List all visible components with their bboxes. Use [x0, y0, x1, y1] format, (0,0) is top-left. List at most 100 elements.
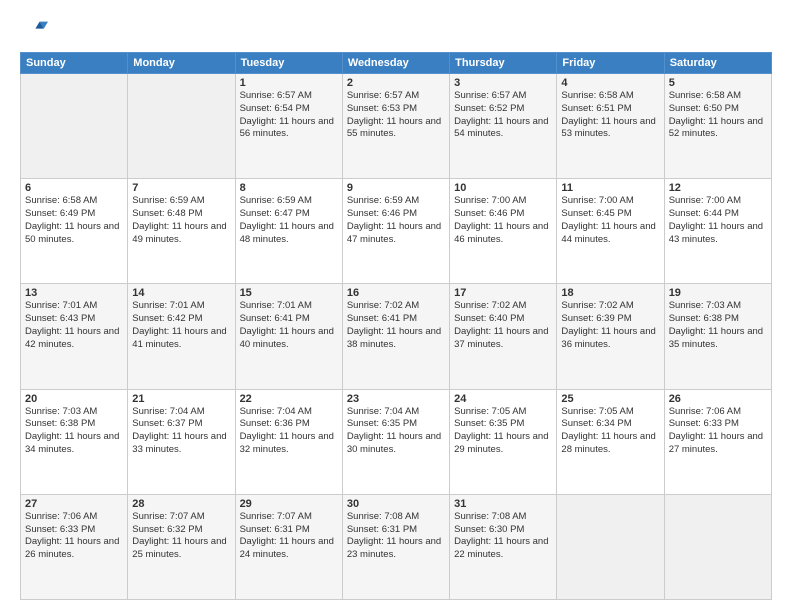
day-number: 9	[347, 182, 445, 194]
day-number: 22	[240, 393, 338, 405]
calendar-cell: 8Sunrise: 6:59 AMSunset: 6:47 PMDaylight…	[235, 179, 342, 284]
calendar-cell: 6Sunrise: 6:58 AMSunset: 6:49 PMDaylight…	[21, 179, 128, 284]
day-number: 17	[454, 287, 552, 299]
day-number: 21	[132, 393, 230, 405]
day-number: 8	[240, 182, 338, 194]
weekday-header-tuesday: Tuesday	[235, 53, 342, 74]
calendar-week-row: 20Sunrise: 7:03 AMSunset: 6:38 PMDayligh…	[21, 389, 772, 494]
calendar-cell: 21Sunrise: 7:04 AMSunset: 6:37 PMDayligh…	[128, 389, 235, 494]
day-detail: Sunrise: 6:59 AMSunset: 6:48 PMDaylight:…	[132, 195, 230, 246]
calendar-cell: 27Sunrise: 7:06 AMSunset: 6:33 PMDayligh…	[21, 494, 128, 599]
calendar-cell	[557, 494, 664, 599]
day-detail: Sunrise: 7:06 AMSunset: 6:33 PMDaylight:…	[25, 511, 123, 562]
calendar-cell: 18Sunrise: 7:02 AMSunset: 6:39 PMDayligh…	[557, 284, 664, 389]
calendar-cell: 20Sunrise: 7:03 AMSunset: 6:38 PMDayligh…	[21, 389, 128, 494]
calendar-cell: 13Sunrise: 7:01 AMSunset: 6:43 PMDayligh…	[21, 284, 128, 389]
calendar-cell: 10Sunrise: 7:00 AMSunset: 6:46 PMDayligh…	[450, 179, 557, 284]
day-number: 5	[669, 77, 767, 89]
day-number: 12	[669, 182, 767, 194]
day-detail: Sunrise: 7:04 AMSunset: 6:35 PMDaylight:…	[347, 406, 445, 457]
calendar-cell: 14Sunrise: 7:01 AMSunset: 6:42 PMDayligh…	[128, 284, 235, 389]
day-number: 7	[132, 182, 230, 194]
day-detail: Sunrise: 6:59 AMSunset: 6:46 PMDaylight:…	[347, 195, 445, 246]
day-detail: Sunrise: 7:00 AMSunset: 6:45 PMDaylight:…	[561, 195, 659, 246]
day-detail: Sunrise: 7:01 AMSunset: 6:43 PMDaylight:…	[25, 300, 123, 351]
header	[20, 16, 772, 44]
calendar-cell	[664, 494, 771, 599]
calendar-cell: 3Sunrise: 6:57 AMSunset: 6:52 PMDaylight…	[450, 74, 557, 179]
day-detail: Sunrise: 6:57 AMSunset: 6:52 PMDaylight:…	[454, 90, 552, 141]
day-detail: Sunrise: 7:00 AMSunset: 6:44 PMDaylight:…	[669, 195, 767, 246]
weekday-header-friday: Friday	[557, 53, 664, 74]
day-detail: Sunrise: 7:06 AMSunset: 6:33 PMDaylight:…	[669, 406, 767, 457]
calendar-table: SundayMondayTuesdayWednesdayThursdayFrid…	[20, 52, 772, 600]
day-detail: Sunrise: 7:02 AMSunset: 6:41 PMDaylight:…	[347, 300, 445, 351]
weekday-header-sunday: Sunday	[21, 53, 128, 74]
calendar-cell: 26Sunrise: 7:06 AMSunset: 6:33 PMDayligh…	[664, 389, 771, 494]
weekday-header-row: SundayMondayTuesdayWednesdayThursdayFrid…	[21, 53, 772, 74]
day-number: 23	[347, 393, 445, 405]
weekday-header-thursday: Thursday	[450, 53, 557, 74]
calendar-week-row: 6Sunrise: 6:58 AMSunset: 6:49 PMDaylight…	[21, 179, 772, 284]
calendar-cell: 22Sunrise: 7:04 AMSunset: 6:36 PMDayligh…	[235, 389, 342, 494]
calendar-week-row: 27Sunrise: 7:06 AMSunset: 6:33 PMDayligh…	[21, 494, 772, 599]
day-detail: Sunrise: 6:58 AMSunset: 6:50 PMDaylight:…	[669, 90, 767, 141]
calendar-cell: 25Sunrise: 7:05 AMSunset: 6:34 PMDayligh…	[557, 389, 664, 494]
day-number: 4	[561, 77, 659, 89]
calendar-cell	[21, 74, 128, 179]
day-detail: Sunrise: 6:57 AMSunset: 6:54 PMDaylight:…	[240, 90, 338, 141]
day-number: 19	[669, 287, 767, 299]
calendar-cell: 17Sunrise: 7:02 AMSunset: 6:40 PMDayligh…	[450, 284, 557, 389]
calendar-cell: 7Sunrise: 6:59 AMSunset: 6:48 PMDaylight…	[128, 179, 235, 284]
calendar-cell: 4Sunrise: 6:58 AMSunset: 6:51 PMDaylight…	[557, 74, 664, 179]
day-number: 16	[347, 287, 445, 299]
calendar-week-row: 13Sunrise: 7:01 AMSunset: 6:43 PMDayligh…	[21, 284, 772, 389]
day-number: 18	[561, 287, 659, 299]
calendar-cell	[128, 74, 235, 179]
day-detail: Sunrise: 6:58 AMSunset: 6:51 PMDaylight:…	[561, 90, 659, 141]
calendar-cell: 31Sunrise: 7:08 AMSunset: 6:30 PMDayligh…	[450, 494, 557, 599]
day-detail: Sunrise: 7:07 AMSunset: 6:31 PMDaylight:…	[240, 511, 338, 562]
calendar-cell: 2Sunrise: 6:57 AMSunset: 6:53 PMDaylight…	[342, 74, 449, 179]
day-number: 15	[240, 287, 338, 299]
calendar-cell: 19Sunrise: 7:03 AMSunset: 6:38 PMDayligh…	[664, 284, 771, 389]
calendar-cell: 30Sunrise: 7:08 AMSunset: 6:31 PMDayligh…	[342, 494, 449, 599]
day-number: 13	[25, 287, 123, 299]
calendar-cell: 29Sunrise: 7:07 AMSunset: 6:31 PMDayligh…	[235, 494, 342, 599]
day-detail: Sunrise: 7:02 AMSunset: 6:40 PMDaylight:…	[454, 300, 552, 351]
day-detail: Sunrise: 7:05 AMSunset: 6:35 PMDaylight:…	[454, 406, 552, 457]
day-number: 11	[561, 182, 659, 194]
day-detail: Sunrise: 7:08 AMSunset: 6:31 PMDaylight:…	[347, 511, 445, 562]
day-number: 10	[454, 182, 552, 194]
day-number: 31	[454, 498, 552, 510]
calendar-cell: 9Sunrise: 6:59 AMSunset: 6:46 PMDaylight…	[342, 179, 449, 284]
day-detail: Sunrise: 6:58 AMSunset: 6:49 PMDaylight:…	[25, 195, 123, 246]
day-detail: Sunrise: 7:07 AMSunset: 6:32 PMDaylight:…	[132, 511, 230, 562]
day-detail: Sunrise: 7:01 AMSunset: 6:41 PMDaylight:…	[240, 300, 338, 351]
day-detail: Sunrise: 7:03 AMSunset: 6:38 PMDaylight:…	[669, 300, 767, 351]
day-number: 6	[25, 182, 123, 194]
calendar-cell: 28Sunrise: 7:07 AMSunset: 6:32 PMDayligh…	[128, 494, 235, 599]
day-detail: Sunrise: 7:05 AMSunset: 6:34 PMDaylight:…	[561, 406, 659, 457]
day-number: 27	[25, 498, 123, 510]
calendar-cell: 12Sunrise: 7:00 AMSunset: 6:44 PMDayligh…	[664, 179, 771, 284]
calendar-cell: 16Sunrise: 7:02 AMSunset: 6:41 PMDayligh…	[342, 284, 449, 389]
day-number: 30	[347, 498, 445, 510]
day-number: 14	[132, 287, 230, 299]
day-number: 3	[454, 77, 552, 89]
day-detail: Sunrise: 7:08 AMSunset: 6:30 PMDaylight:…	[454, 511, 552, 562]
day-number: 28	[132, 498, 230, 510]
calendar-cell: 11Sunrise: 7:00 AMSunset: 6:45 PMDayligh…	[557, 179, 664, 284]
day-number: 25	[561, 393, 659, 405]
page: SundayMondayTuesdayWednesdayThursdayFrid…	[0, 0, 792, 612]
day-number: 26	[669, 393, 767, 405]
calendar-cell: 5Sunrise: 6:58 AMSunset: 6:50 PMDaylight…	[664, 74, 771, 179]
day-number: 24	[454, 393, 552, 405]
day-number: 29	[240, 498, 338, 510]
logo-icon	[20, 16, 48, 44]
day-detail: Sunrise: 7:02 AMSunset: 6:39 PMDaylight:…	[561, 300, 659, 351]
weekday-header-saturday: Saturday	[664, 53, 771, 74]
calendar-cell: 1Sunrise: 6:57 AMSunset: 6:54 PMDaylight…	[235, 74, 342, 179]
day-detail: Sunrise: 7:04 AMSunset: 6:36 PMDaylight:…	[240, 406, 338, 457]
day-detail: Sunrise: 6:59 AMSunset: 6:47 PMDaylight:…	[240, 195, 338, 246]
